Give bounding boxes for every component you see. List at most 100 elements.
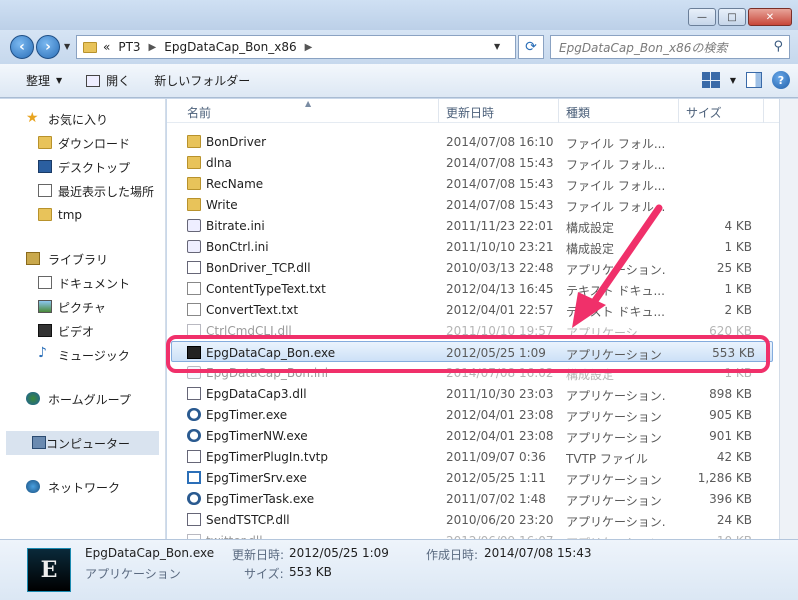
preview-pane-icon[interactable]: [746, 72, 762, 88]
file-type: TVTP ファイル: [566, 452, 648, 466]
file-row[interactable]: ConvertText.txt 2012/04/01 22:57 テキスト ドキュ.…: [167, 299, 779, 320]
clock-file-icon: [187, 492, 201, 505]
recent-pages-dropdown-icon[interactable]: ▼: [64, 42, 70, 51]
file-name: EpgTimerSrv.exe: [206, 471, 307, 485]
file-name: SendTSTCP.dll: [206, 513, 290, 527]
file-row[interactable]: EpgTimerNW.exe 2012/04/01 23:08 アプリケーション 90…: [167, 425, 779, 446]
application-icon: E: [27, 548, 71, 592]
breadcrumb-item-pt3[interactable]: PT3: [118, 40, 140, 54]
txt-file-icon: [187, 282, 201, 295]
file-row[interactable]: dlna 2014/07/08 15:43 ファイル フォル...: [167, 152, 779, 173]
file-size: 2 KB: [724, 303, 752, 317]
nav-favorites[interactable]: ★ お気に入り: [0, 107, 165, 131]
file-size: 25 KB: [716, 261, 752, 275]
nav-item-tmp[interactable]: tmp: [0, 203, 165, 227]
dll-file-icon: [187, 261, 201, 274]
file-row[interactable]: ContentTypeText.txt 2012/04/13 16:45 テキスト …: [167, 278, 779, 299]
file-date: 2011/10/30 23:03: [446, 387, 554, 401]
nav-item-pictures[interactable]: ピクチャ: [0, 295, 165, 319]
vertical-scrollbar[interactable]: [779, 99, 798, 539]
file-date: 2011/07/02 1:48: [446, 492, 546, 506]
command-bar: 整理 ▼ 開く 新しいフォルダー ▼ ?: [0, 64, 798, 98]
change-view-icon[interactable]: [701, 72, 720, 88]
column-header-size[interactable]: サイズ: [686, 104, 722, 121]
address-dropdown-icon[interactable]: ▼: [494, 42, 500, 51]
nav-item-recent-places[interactable]: 最近表示した場所: [0, 179, 165, 203]
file-date: 2014/07/08 15:43: [446, 198, 554, 212]
breadcrumb-item-current[interactable]: EpgDataCap_Bon_x86: [164, 40, 296, 54]
chevron-right-icon[interactable]: ▶: [149, 42, 157, 53]
search-input[interactable]: EpgDataCap_Bon_x86の検索 ⚲: [550, 35, 790, 59]
organize-button[interactable]: 整理 ▼: [18, 69, 70, 93]
file-date: 2012/05/25 1:11: [446, 471, 546, 485]
file-row[interactable]: EpgDataCap3.dll 2011/10/30 23:03 アプリケーション.…: [167, 383, 779, 404]
file-name: EpgTimerNW.exe: [206, 429, 308, 443]
refresh-button[interactable]: ⟳: [518, 35, 544, 59]
chevron-right-icon[interactable]: ▶: [305, 42, 313, 53]
view-dropdown-icon[interactable]: ▼: [730, 76, 736, 85]
clock-file-icon: [187, 429, 201, 442]
file-name: EpgTimer.exe: [206, 408, 288, 422]
open-button[interactable]: 開く: [78, 69, 138, 93]
address-bar[interactable]: « PT3 ▶ EpgDataCap_Bon_x86 ▶: [76, 35, 516, 59]
file-row[interactable]: BonDriver 2014/07/08 16:10 ファイル フォル...: [167, 131, 779, 152]
file-date: 2012/04/13 16:45: [446, 282, 554, 296]
nav-item-documents[interactable]: ドキュメント: [0, 271, 165, 295]
file-row[interactable]: Bitrate.ini 2011/11/23 22:01 構成設定 4 KB: [167, 215, 779, 236]
file-type: 構成設定: [566, 242, 615, 256]
nav-item-desktop[interactable]: デスクトップ: [0, 155, 165, 179]
details-modified-value: 2012/05/25 1:09: [289, 546, 389, 560]
minimize-button[interactable]: —: [688, 8, 716, 26]
details-pane: E EpgDataCap_Bon.exe 更新日時: 2012/05/25 1:…: [0, 539, 798, 600]
file-row[interactable]: Write 2014/07/08 15:43 ファイル フォル...: [167, 194, 779, 215]
nav-item-downloads[interactable]: ダウンロード: [0, 131, 165, 155]
file-row[interactable]: BonCtrl.ini 2011/10/10 23:21 構成設定 1 KB: [167, 236, 779, 257]
nav-libraries[interactable]: ライブラリ: [0, 247, 165, 271]
folder-icon: [83, 41, 97, 53]
recent-places-icon: [38, 184, 52, 197]
file-type: アプリケーション...: [566, 515, 666, 529]
forward-button[interactable]: ›: [36, 35, 60, 59]
file-row[interactable]: RecName 2014/07/08 15:43 ファイル フォル...: [167, 173, 779, 194]
desktop-icon: [38, 160, 52, 173]
nav-item-music[interactable]: ♪ ミュージック: [0, 343, 165, 367]
column-header-date[interactable]: 更新日時: [446, 104, 494, 121]
details-size-label: サイズ:: [244, 567, 284, 581]
new-folder-button[interactable]: 新しいフォルダー: [146, 69, 258, 93]
column-header-name[interactable]: 名前: [187, 104, 211, 121]
back-button[interactable]: ‹: [10, 35, 34, 59]
nav-network[interactable]: ネットワーク: [0, 475, 165, 499]
file-row[interactable]: EpgTimerSrv.exe 2012/05/25 1:11 アプリケーション 1,…: [167, 467, 779, 488]
folder-file-icon: [187, 198, 201, 211]
file-row[interactable]: BonDriver_TCP.dll 2010/03/13 22:48 アプリケーショ…: [167, 257, 779, 278]
file-name: BonDriver_TCP.dll: [206, 261, 311, 275]
help-icon[interactable]: ?: [772, 71, 790, 89]
file-name: RecName: [206, 177, 264, 191]
close-button[interactable]: ✕: [748, 8, 792, 26]
file-type: ファイル フォル...: [566, 200, 666, 214]
file-row[interactable]: SendTSTCP.dll 2010/06/20 23:20 アプリケーション...…: [167, 509, 779, 530]
nav-label: tmp: [58, 208, 83, 222]
ini-file-icon: [187, 219, 201, 232]
nav-item-videos[interactable]: ビデオ: [0, 319, 165, 343]
file-size: 898 KB: [709, 387, 752, 401]
search-icon[interactable]: ⚲: [773, 39, 783, 54]
file-row[interactable]: twitter.dll2012/06/09 16:07アプリケーション...10…: [167, 530, 779, 539]
file-name: BonCtrl.ini: [206, 240, 269, 254]
nav-label: コンピューター: [46, 436, 131, 451]
file-row[interactable]: EpgTimerTask.exe 2011/07/02 1:48 アプリケーション 3…: [167, 488, 779, 509]
details-filename: EpgDataCap_Bon.exe: [85, 546, 215, 560]
maximize-button[interactable]: □: [718, 8, 746, 26]
file-size: 1 KB: [724, 282, 752, 296]
title-bar: — □ ✕: [0, 0, 798, 30]
file-row[interactable]: EpgTimer.exe 2012/04/01 23:08 アプリケーション 905 …: [167, 404, 779, 425]
file-type: テキスト ドキュ...: [566, 305, 665, 319]
file-row[interactable]: EpgTimerPlugIn.tvtp 2011/09/07 0:36 TVTP フ…: [167, 446, 779, 467]
column-header-type[interactable]: 種類: [566, 104, 590, 121]
breadcrumb-overflow[interactable]: «: [103, 40, 110, 54]
computer-icon: [32, 436, 46, 449]
file-date: 2014/07/08 15:43: [446, 177, 554, 191]
nav-homegroup[interactable]: ホームグループ: [0, 387, 165, 411]
file-date: 2011/10/10 23:21: [446, 240, 554, 254]
nav-computer[interactable]: コンピューター: [6, 431, 159, 455]
